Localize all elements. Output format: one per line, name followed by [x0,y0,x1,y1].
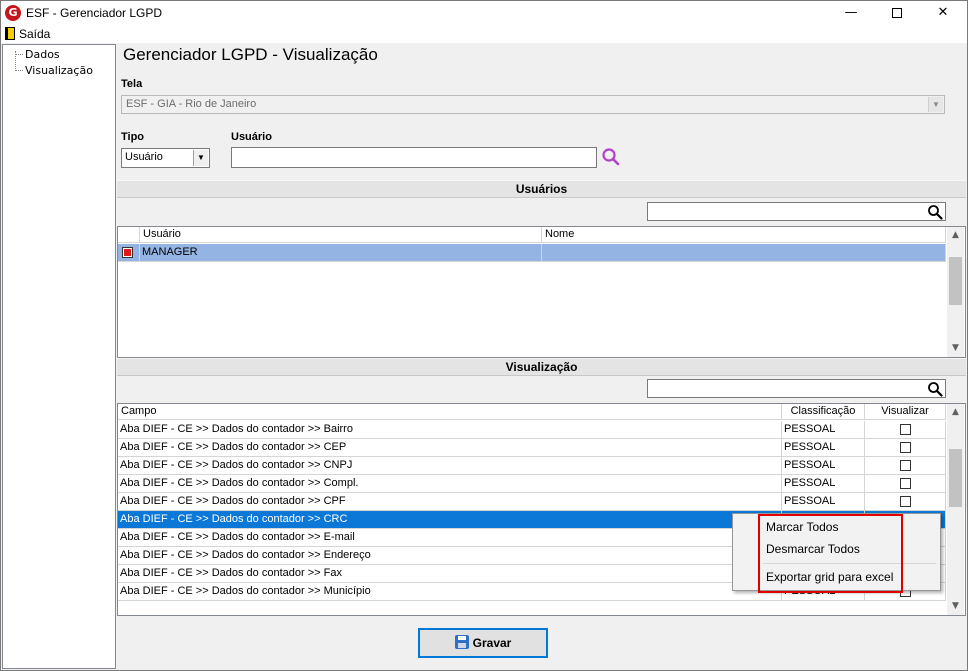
usuarios-scrollbar[interactable]: ▲ ▼ [947,227,964,357]
usuario-label: Usuário [231,131,272,143]
table-row-visualizar[interactable] [865,457,946,475]
tela-label: Tela [121,78,143,90]
row-checkbox[interactable] [122,247,133,258]
table-row-classificacao[interactable]: PESSOAL [782,475,865,493]
menu-saida-label: Saída [19,27,51,41]
visualizar-checkbox[interactable] [900,460,911,471]
table-row-classificacao[interactable]: PESSOAL [782,457,865,475]
tree-connector [15,54,23,55]
scrollbar-thumb[interactable] [949,449,962,507]
table-row-campo[interactable]: Aba DIEF - CE >> Dados do contador >> Mu… [118,583,782,601]
table-row-campo[interactable]: Aba DIEF - CE >> Dados do contador >> Ba… [118,421,782,439]
tela-combobox: ESF - GIA - Rio de Janeiro ▼ [121,95,945,114]
visualizacao-scrollbar[interactable]: ▲ ▼ [947,404,964,615]
navigation-tree: Dados Visualização [2,44,116,669]
tipo-combobox[interactable]: Usuário ▼ [121,148,210,168]
table-row-campo[interactable]: Aba DIEF - CE >> Dados do contador >> CE… [118,439,782,457]
table-row-visualizar[interactable] [865,493,946,511]
usuarios-filter-input[interactable] [647,202,946,221]
search-icon[interactable] [927,381,943,397]
save-button[interactable]: Gravar [418,628,548,658]
table-row-campo[interactable]: Aba DIEF - CE >> Dados do contador >> E-… [118,529,782,547]
table-row-campo[interactable]: Aba DIEF - CE >> Dados do contador >> En… [118,547,782,565]
table-row-nome[interactable] [542,244,946,262]
grid-header-classificacao[interactable]: Classificação [782,404,865,420]
maximize-icon [892,7,902,18]
chevron-down-icon[interactable]: ▼ [947,598,964,615]
table-row-usuario[interactable]: MANAGER [140,244,542,262]
search-icon [602,148,620,166]
chevron-down-icon[interactable]: ▼ [947,340,964,357]
search-icon[interactable] [927,204,943,220]
grid-header-visualizar[interactable]: Visualizar [865,404,946,420]
search-usuario-button[interactable] [601,147,621,167]
minimize-button[interactable]: — [828,1,874,25]
title-bar: G ESF - Gerenciador LGPD — ✕ [0,0,968,25]
table-row-classificacao[interactable]: PESSOAL [782,439,865,457]
visualizar-checkbox[interactable] [900,442,911,453]
grid-header-campo[interactable]: Campo [118,404,782,420]
visualizar-checkbox[interactable] [900,496,911,507]
table-row-campo[interactable]: Aba DIEF - CE >> Dados do contador >> Co… [118,475,782,493]
usuarios-grid[interactable]: Usuário Nome MANAGER ▲ ▼ [117,226,966,358]
grid-header-usuario[interactable]: Usuário [140,227,542,243]
table-row-visualizar[interactable] [865,421,946,439]
page-title: Gerenciador LGPD - Visualização [123,45,378,64]
table-row-campo[interactable]: Aba DIEF - CE >> Dados do contador >> CP… [118,493,782,511]
chevron-down-icon: ▼ [928,97,943,112]
app-logo-icon: G [5,5,21,21]
tree-connector [15,70,23,71]
scrollbar-thumb[interactable] [949,257,962,305]
window-title: ESF - Gerenciador LGPD [26,6,163,20]
table-row-classificacao[interactable]: PESSOAL [782,493,865,511]
visualizar-checkbox[interactable] [900,478,911,489]
tipo-combobox-value: Usuário [125,151,163,163]
tipo-label: Tipo [121,131,145,143]
usuarios-section-header: Usuários [117,180,966,198]
chevron-down-icon[interactable]: ▼ [193,150,208,166]
chevron-up-icon[interactable]: ▲ [947,404,964,421]
highlight-annotation-box [758,514,903,593]
usuario-input[interactable] [231,147,597,168]
visualizacao-filter-input[interactable] [647,379,946,398]
exit-door-icon [5,27,15,40]
table-row-campo[interactable]: Aba DIEF - CE >> Dados do contador >> CR… [118,511,782,529]
table-row-campo[interactable]: Aba DIEF - CE >> Dados do contador >> Fa… [118,565,782,583]
table-row-classificacao[interactable]: PESSOAL [782,421,865,439]
visualizacao-section-header: Visualização [117,358,966,376]
tree-item-visualizacao[interactable]: Visualização [25,64,93,77]
save-button-label: Gravar [472,636,512,650]
menu-saida[interactable]: Saída [5,27,50,42]
menu-bar: Saída [0,25,968,43]
grid-header-nome[interactable]: Nome [542,227,946,243]
chevron-up-icon[interactable]: ▲ [947,227,964,244]
table-row-visualizar[interactable] [865,439,946,457]
table-row-campo[interactable]: Aba DIEF - CE >> Dados do contador >> CN… [118,457,782,475]
table-row-checkbox-cell[interactable] [118,244,140,262]
grid-header-check [118,227,140,243]
close-button[interactable]: ✕ [920,1,966,25]
tree-item-dados[interactable]: Dados [25,48,60,61]
visualizar-checkbox[interactable] [900,424,911,435]
tela-combobox-value: ESF - GIA - Rio de Janeiro [126,98,257,110]
table-row-visualizar[interactable] [865,475,946,493]
floppy-disk-icon [454,635,469,649]
maximize-button[interactable] [874,1,920,25]
